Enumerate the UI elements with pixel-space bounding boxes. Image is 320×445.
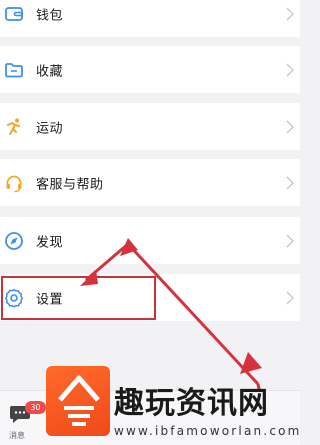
- chevron-right-icon: [286, 7, 294, 20]
- chevron-right-icon: [286, 120, 294, 133]
- chevron-right-icon: [286, 176, 294, 189]
- chevron-right-icon: [286, 234, 294, 247]
- settings-highlight-box: [1, 276, 156, 320]
- menu-item-label: 收藏: [36, 64, 64, 79]
- chevron-right-icon: [286, 291, 294, 304]
- menu-item-label: 客服与帮助: [36, 177, 104, 192]
- menu-item-sport[interactable]: 运动: [0, 103, 300, 150]
- folder-icon: [3, 59, 25, 81]
- menu-item-wallet[interactable]: 钱包: [0, 0, 300, 37]
- unread-badge: 30: [25, 401, 46, 414]
- wallet-icon: [3, 3, 25, 25]
- nav-messages-label[interactable]: 消息: [9, 430, 25, 441]
- compass-icon: [3, 230, 25, 252]
- watermark-url: www.ibfamoworlan.com: [114, 424, 302, 438]
- site-logo-icon: [46, 366, 110, 436]
- chevron-right-icon: [286, 63, 294, 76]
- menu-item-label: 运动: [36, 121, 64, 136]
- menu-item-label: 钱包: [36, 8, 64, 23]
- running-icon: [3, 116, 25, 138]
- menu-item-discover[interactable]: 发现: [0, 217, 300, 264]
- menu-item-service-help[interactable]: 客服与帮助: [0, 159, 300, 206]
- watermark-title: 趣玩资讯网: [114, 386, 269, 421]
- menu-item-favorite[interactable]: 收藏: [0, 46, 300, 93]
- menu-item-label: 发现: [36, 235, 64, 250]
- headset-icon: [3, 172, 25, 194]
